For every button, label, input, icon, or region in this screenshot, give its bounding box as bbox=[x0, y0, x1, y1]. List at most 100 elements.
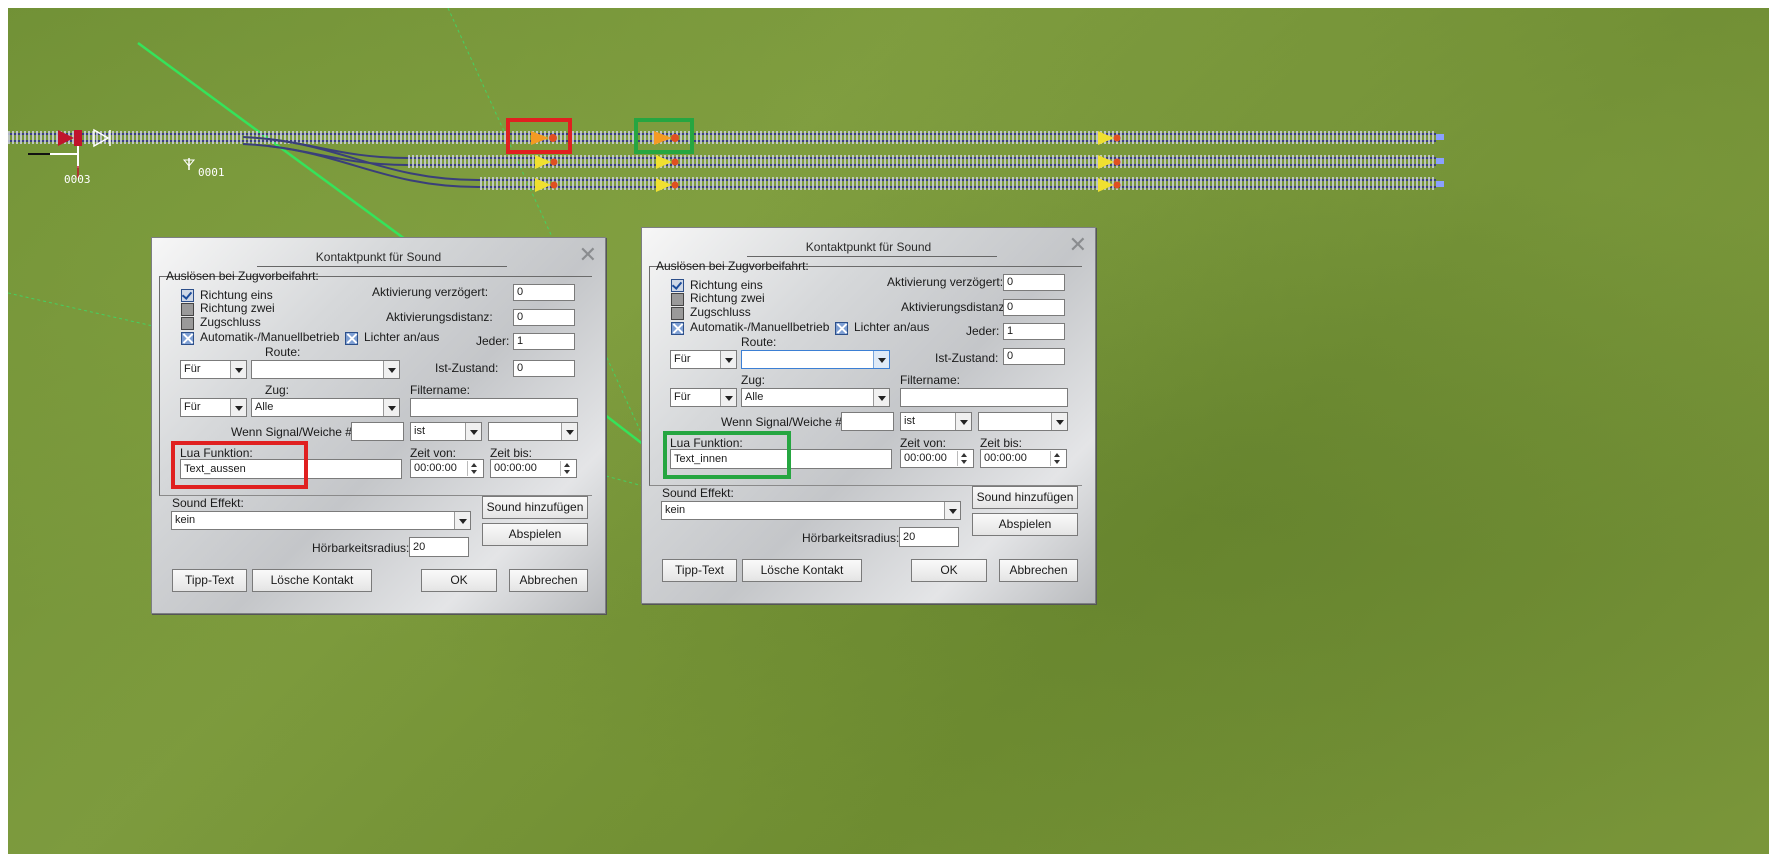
label-jeder: Jeder: bbox=[966, 324, 1000, 338]
input-aktivierungsdistanz[interactable]: 0 bbox=[1003, 299, 1065, 316]
abbrechen-button[interactable]: Abbrechen bbox=[999, 559, 1078, 582]
input-hoerbarkeitsradius[interactable]: 20 bbox=[409, 537, 469, 557]
close-icon[interactable]: ✕ bbox=[1069, 234, 1087, 256]
label-zeit-bis: Zeit bis: bbox=[490, 446, 533, 460]
select-route[interactable] bbox=[251, 360, 400, 379]
spinner-arrows-icon[interactable] bbox=[560, 461, 575, 476]
track-marker-icon[interactable] bbox=[182, 158, 196, 170]
input-aktivierungsdistanz[interactable]: 0 bbox=[513, 309, 575, 326]
loesche-kontakt-button[interactable]: Lösche Kontakt bbox=[742, 559, 862, 582]
label-jeder: Jeder: bbox=[476, 334, 510, 348]
spinner-value: 00:00:00 bbox=[494, 462, 537, 474]
sound-hinzufuegen-button[interactable]: Sound hinzufügen bbox=[482, 496, 588, 519]
label-wenn-signal: Wenn Signal/Weiche # bbox=[231, 425, 352, 439]
sound-contact-dialog: Kontaktpunkt für Sound ✕ Auslösen bei Zu… bbox=[641, 227, 1096, 604]
spinner-zeit-bis[interactable]: 00:00:00 bbox=[490, 459, 577, 478]
guide-line-dashed bbox=[605, 475, 644, 487]
checkbox-lichter[interactable] bbox=[345, 332, 358, 345]
checkbox-automatik[interactable] bbox=[671, 322, 684, 335]
input-ist-zustand[interactable]: 0 bbox=[513, 360, 575, 377]
sound-contact-dialog: Kontaktpunkt für Sound ✕ Auslösen bei Zu… bbox=[151, 237, 606, 614]
spinner-zeit-von[interactable]: 00:00:00 bbox=[410, 459, 484, 478]
select-value: Für bbox=[674, 353, 691, 365]
chevron-down-icon bbox=[454, 512, 470, 529]
label-sound-effekt: Sound Effekt: bbox=[172, 496, 244, 510]
input-signal-nummer[interactable] bbox=[351, 422, 404, 441]
loesche-kontakt-button[interactable]: Lösche Kontakt bbox=[252, 569, 372, 592]
chevron-down-icon bbox=[465, 423, 481, 440]
abspielen-button[interactable]: Abspielen bbox=[482, 523, 588, 546]
select-value: ist bbox=[904, 415, 915, 427]
sound-hinzufuegen-button[interactable]: Sound hinzufügen bbox=[972, 486, 1078, 509]
select-sound-effekt[interactable]: kein bbox=[661, 501, 961, 520]
label-automatik: Automatik-/Manuellbetrieb bbox=[690, 320, 830, 334]
select-route[interactable] bbox=[741, 350, 890, 369]
rail-track-1[interactable] bbox=[8, 131, 1436, 144]
checkbox-zugschluss[interactable] bbox=[181, 317, 194, 330]
checkbox-lichter[interactable] bbox=[835, 322, 848, 335]
select-value: Für bbox=[184, 401, 201, 413]
highlight-box-green bbox=[634, 118, 694, 154]
input-jeder[interactable]: 1 bbox=[513, 333, 575, 350]
label-route: Route: bbox=[741, 335, 777, 349]
checkbox-zugschluss[interactable] bbox=[671, 307, 684, 320]
spinner-arrows-icon[interactable] bbox=[467, 461, 482, 476]
input-ist-zustand[interactable]: 0 bbox=[1003, 348, 1065, 365]
select-fuer-zug[interactable]: Für bbox=[670, 388, 737, 407]
abspielen-button[interactable]: Abspielen bbox=[972, 513, 1078, 536]
select-fuer-zug[interactable]: Für bbox=[180, 398, 247, 417]
spinner-arrows-icon[interactable] bbox=[1050, 451, 1065, 466]
checkbox-automatik[interactable] bbox=[181, 332, 194, 345]
input-hoerbarkeitsradius[interactable]: 20 bbox=[899, 527, 959, 547]
ok-button[interactable]: OK bbox=[911, 559, 987, 582]
title-divider bbox=[257, 266, 507, 267]
highlight-box-green bbox=[663, 431, 791, 479]
label-hoerbarkeitsradius: Hörbarkeitsradius: bbox=[312, 541, 410, 555]
contact-id-label: 0003 bbox=[64, 173, 91, 186]
abbrechen-button[interactable]: Abbrechen bbox=[509, 569, 588, 592]
tipp-text-button[interactable]: Tipp-Text bbox=[662, 559, 737, 582]
close-icon[interactable]: ✕ bbox=[579, 244, 597, 266]
checkbox-richtung-zwei[interactable] bbox=[181, 303, 194, 316]
spinner-zeit-bis[interactable]: 00:00:00 bbox=[980, 449, 1067, 468]
input-aktivierung-verzoegert[interactable]: 0 bbox=[513, 284, 575, 301]
label-richtung-zwei: Richtung zwei bbox=[200, 301, 275, 315]
ok-button[interactable]: OK bbox=[421, 569, 497, 592]
spinner-zeit-von[interactable]: 00:00:00 bbox=[900, 449, 974, 468]
input-jeder[interactable]: 1 bbox=[1003, 323, 1065, 340]
contact-id-label: 0001 bbox=[198, 166, 225, 179]
select-zug[interactable]: Alle bbox=[741, 388, 890, 407]
label-richtung-zwei: Richtung zwei bbox=[690, 291, 765, 305]
chevron-down-icon bbox=[720, 389, 736, 406]
group-label: Auslösen bei Zugvorbeifahrt: bbox=[166, 269, 319, 283]
select-fuer-route[interactable]: Für bbox=[670, 350, 737, 369]
input-aktivierung-verzoegert[interactable]: 0 bbox=[1003, 274, 1065, 291]
select-zustand[interactable] bbox=[978, 412, 1068, 431]
select-sound-effekt[interactable]: kein bbox=[171, 511, 471, 530]
chevron-down-icon bbox=[955, 413, 971, 430]
select-fuer-route[interactable]: Für bbox=[180, 360, 247, 379]
checkbox-richtung-zwei[interactable] bbox=[671, 293, 684, 306]
input-filtername[interactable] bbox=[900, 388, 1068, 407]
checkbox-richtung-eins[interactable] bbox=[181, 289, 194, 302]
input-filtername[interactable] bbox=[410, 398, 578, 417]
track-end-marker bbox=[1436, 158, 1444, 164]
label-ist-zustand: Ist-Zustand: bbox=[435, 361, 499, 375]
label-aktivierungsdistanz: Aktivierungsdistanz: bbox=[386, 310, 493, 324]
input-signal-nummer[interactable] bbox=[841, 412, 894, 431]
chevron-down-icon bbox=[1051, 413, 1067, 430]
tipp-text-button[interactable]: Tipp-Text bbox=[172, 569, 247, 592]
label-lichter: Lichter an/aus bbox=[854, 320, 930, 334]
select-value: Alle bbox=[745, 391, 764, 403]
select-ist[interactable]: ist bbox=[900, 412, 972, 431]
chevron-down-icon bbox=[944, 502, 960, 519]
checkbox-richtung-eins[interactable] bbox=[671, 279, 684, 292]
select-value: kein bbox=[665, 504, 686, 516]
select-zug[interactable]: Alle bbox=[251, 398, 400, 417]
select-ist[interactable]: ist bbox=[410, 422, 482, 441]
select-zustand[interactable] bbox=[488, 422, 578, 441]
spinner-arrows-icon[interactable] bbox=[957, 451, 972, 466]
spinner-value: 00:00:00 bbox=[984, 452, 1027, 464]
label-zeit-von: Zeit von: bbox=[410, 446, 457, 460]
select-value: kein bbox=[175, 514, 196, 526]
